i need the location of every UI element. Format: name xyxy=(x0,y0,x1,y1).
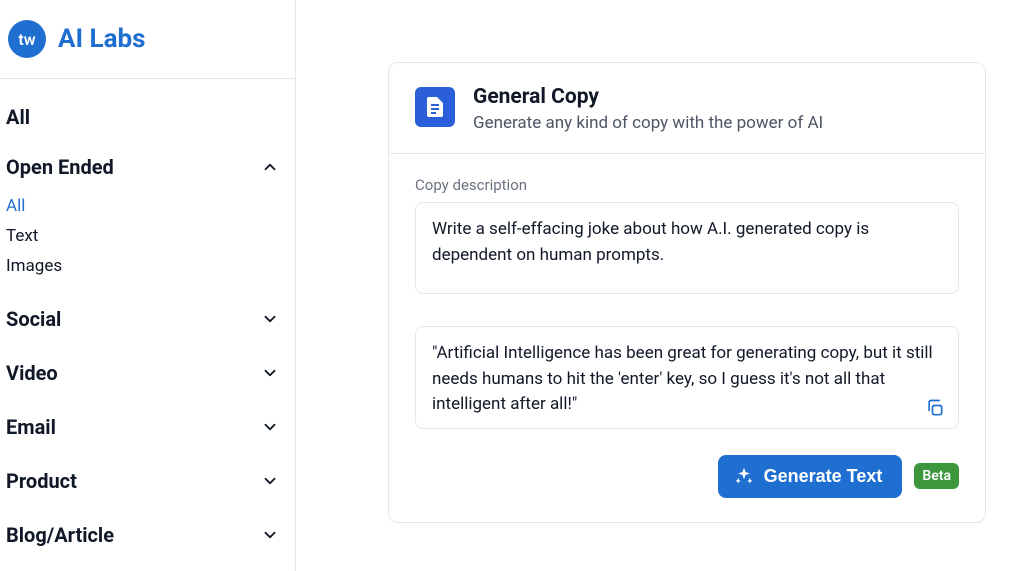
chevron-down-icon xyxy=(261,472,279,490)
card-footer: Generate Text Beta xyxy=(415,455,959,498)
brand-name: AI Labs xyxy=(58,24,146,54)
nav-group-label: Video xyxy=(6,361,58,385)
nav-group-label: Open Ended xyxy=(6,155,114,179)
sparkle-icon xyxy=(734,466,754,486)
general-copy-card: General Copy Generate any kind of copy w… xyxy=(388,62,986,523)
chevron-down-icon xyxy=(261,526,279,544)
brand-logo-text: tw xyxy=(18,30,35,49)
nav-sub-open-ended: All Text Images xyxy=(6,191,289,289)
copy-button[interactable] xyxy=(924,398,946,420)
card-body: Copy description "Artificial Intelligenc… xyxy=(389,154,985,522)
nav-group-product: Product xyxy=(6,457,289,505)
nav-group-open-ended: Open Ended All Text Images xyxy=(6,143,289,289)
nav-group-label: Social xyxy=(6,307,61,331)
card-title: General Copy xyxy=(473,85,823,109)
chevron-down-icon xyxy=(261,310,279,328)
card-header-text: General Copy Generate any kind of copy w… xyxy=(473,85,823,133)
chevron-down-icon xyxy=(261,364,279,382)
nav-sub-item-images[interactable]: Images xyxy=(6,251,289,281)
chevron-up-icon xyxy=(261,158,279,176)
nav-group-header-video[interactable]: Video xyxy=(6,349,289,397)
document-icon xyxy=(415,87,455,127)
nav-group-header-blog-article[interactable]: Blog/Article xyxy=(6,511,289,559)
nav-group-header-social[interactable]: Social xyxy=(6,295,289,343)
sidebar: tw AI Labs All Open Ended All Text Image… xyxy=(0,0,296,571)
copy-icon xyxy=(925,398,945,418)
beta-badge: Beta xyxy=(914,463,959,489)
nav-sub-item-text[interactable]: Text xyxy=(6,221,289,251)
nav-group-blog-article: Blog/Article xyxy=(6,511,289,559)
nav-sub-item-all[interactable]: All xyxy=(6,191,289,221)
copy-description-input[interactable] xyxy=(415,202,959,294)
output-text: "Artificial Intelligence has been great … xyxy=(432,343,933,414)
nav-group-header-product[interactable]: Product xyxy=(6,457,289,505)
brand-logo: tw xyxy=(8,20,46,58)
field-label-copy-description: Copy description xyxy=(415,176,959,194)
main-content: General Copy Generate any kind of copy w… xyxy=(296,0,1024,571)
card-header: General Copy Generate any kind of copy w… xyxy=(389,63,985,154)
nav-group-label: Email xyxy=(6,415,56,439)
brand-header: tw AI Labs xyxy=(0,0,295,79)
card-subtitle: Generate any kind of copy with the power… xyxy=(473,113,823,133)
nav-group-header-email[interactable]: Email xyxy=(6,403,289,451)
generate-text-label: Generate Text xyxy=(764,466,883,487)
nav-group-header-open-ended[interactable]: Open Ended xyxy=(6,143,289,191)
output-box: "Artificial Intelligence has been great … xyxy=(415,326,959,429)
nav-item-all[interactable]: All xyxy=(6,97,289,143)
nav: All Open Ended All Text Images Social Vi… xyxy=(0,79,295,559)
nav-group-social: Social xyxy=(6,295,289,343)
nav-group-email: Email xyxy=(6,403,289,451)
nav-group-video: Video xyxy=(6,349,289,397)
generate-text-button[interactable]: Generate Text xyxy=(718,455,903,498)
nav-group-label: Product xyxy=(6,469,77,493)
chevron-down-icon xyxy=(261,418,279,436)
nav-group-label: Blog/Article xyxy=(6,523,114,547)
